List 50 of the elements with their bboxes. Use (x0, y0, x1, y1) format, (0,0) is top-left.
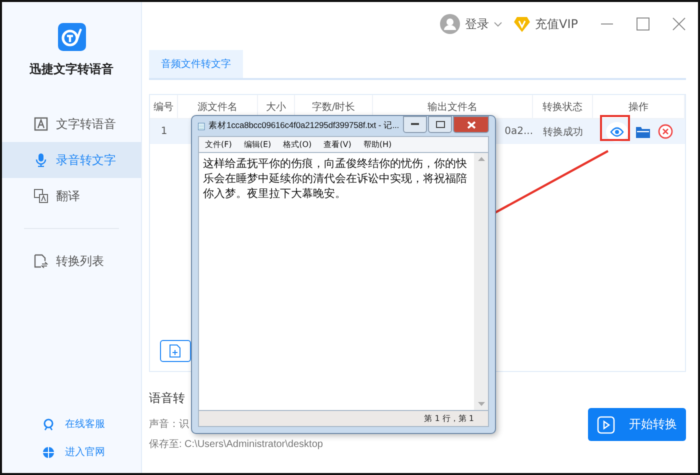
scroll-up-icon[interactable] (478, 157, 484, 161)
save-path: 保存至: C:\Users\Administrator\desktop (149, 438, 323, 451)
minimize-button[interactable] (403, 116, 427, 133)
start-button[interactable]: 开始转换 (588, 408, 686, 441)
menu-item[interactable]: 帮助(H) (363, 139, 392, 150)
sidebar-item[interactable]: 转换列表 (2, 243, 141, 279)
delete-icon[interactable] (658, 124, 672, 139)
document-icon (34, 254, 48, 268)
voice-label: 声音：识 (149, 418, 190, 431)
close-icon (466, 120, 476, 128)
app-name: 迅捷文字转语音 (30, 61, 114, 78)
maximize-icon[interactable] (636, 17, 650, 31)
translate-icon (34, 189, 48, 203)
table-cell[interactable]: 1 (150, 119, 178, 144)
sidebar-item[interactable]: 文字转语音 (2, 106, 141, 142)
scroll-down-icon[interactable] (478, 402, 484, 406)
app-logo-icon (58, 23, 86, 51)
restore-icon (436, 121, 444, 128)
microphone-icon (34, 153, 48, 167)
close-icon[interactable] (672, 17, 686, 31)
scrollbar[interactable] (474, 153, 488, 410)
restore-button[interactable] (428, 116, 452, 133)
eye-icon (610, 126, 624, 136)
play-icon (597, 416, 615, 434)
text-icon (34, 117, 48, 131)
menu-item[interactable]: 编辑(E) (244, 139, 272, 150)
table-cell-text: 转换成功 (543, 126, 583, 138)
close-button[interactable] (453, 116, 489, 133)
globe-icon (42, 446, 55, 458)
add-file-icon (169, 344, 181, 358)
menu-item[interactable]: 查看(V) (324, 139, 352, 150)
avatar-icon (440, 14, 460, 34)
window-title: 素材1cca8bcc09616c4f0a21295df399758f.txt - 记... (208, 120, 399, 132)
caret-icon (494, 22, 502, 26)
menu-item[interactable]: 格式(O) (283, 139, 312, 150)
table-cell: 0a2... (504, 126, 533, 137)
highlight-frame (600, 115, 630, 141)
vip-button[interactable]: 充值VIP (514, 16, 578, 32)
sidebar-link[interactable]: 在线客服 (2, 417, 141, 431)
sidebar-item[interactable]: 翻译 (2, 178, 141, 214)
login-menu[interactable]: 登录 (440, 14, 502, 34)
status-text: 第 1 行，第 1 (424, 413, 474, 424)
folder-icon[interactable] (636, 126, 650, 138)
text-content: 这样给孟抚平你的伤痕，向孟俊终结你的忧伤，你的快乐会在睡梦中延续你的清代会在诉讼中实现，将祝福陪你入梦。夜里拉下大幕晚安。 (202, 156, 468, 202)
headset-icon (42, 418, 55, 430)
section-title: 语音转 (149, 390, 186, 407)
menu-item[interactable]: 文件(F) (205, 139, 232, 150)
diamond-icon (514, 16, 530, 32)
preview-button[interactable] (606, 122, 628, 142)
minimize-icon (411, 123, 419, 126)
